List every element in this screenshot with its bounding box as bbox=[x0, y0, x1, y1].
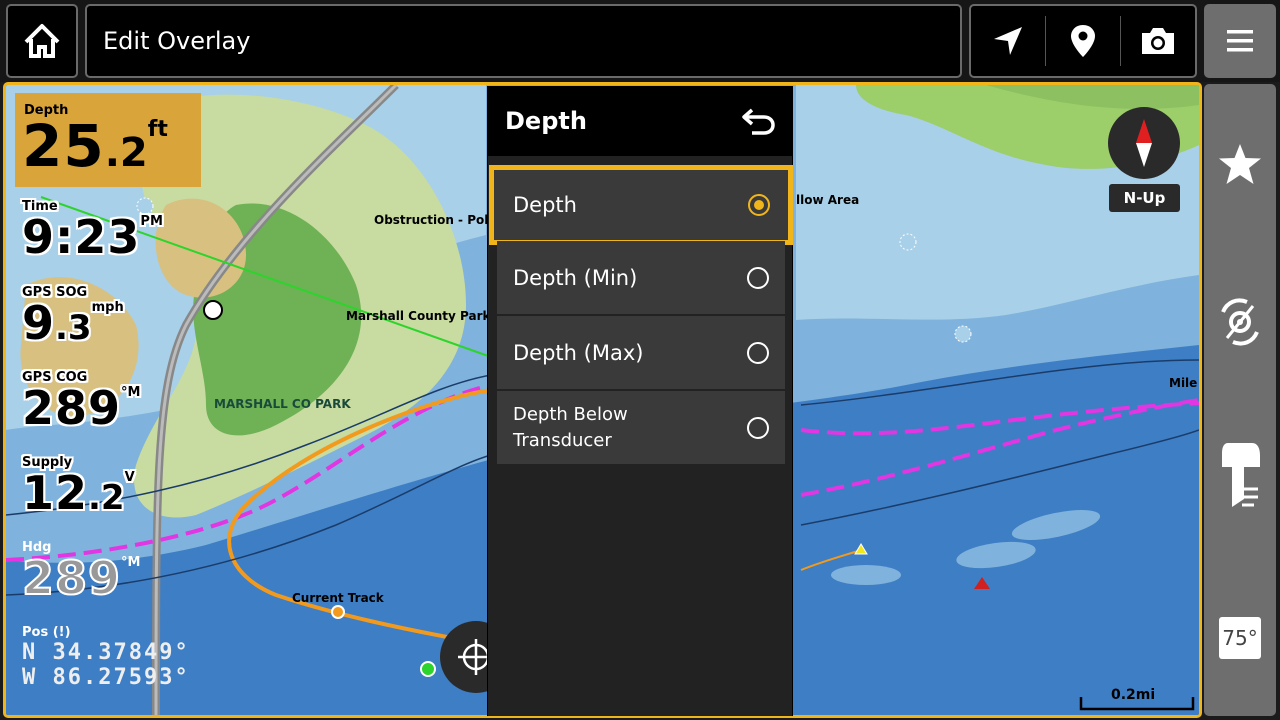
radar-button[interactable] bbox=[1204, 287, 1276, 357]
target-radar-icon bbox=[1221, 298, 1259, 346]
page-title: Edit Overlay bbox=[103, 27, 251, 55]
outboard-motor-icon bbox=[1222, 443, 1260, 507]
time-overlay[interactable]: Time 9:23PM bbox=[22, 199, 163, 260]
water-temp-button[interactable]: 75° bbox=[1204, 614, 1276, 662]
depth-selector-panel: Depth Depth Depth (Min) Depth (Max) Dept… bbox=[487, 86, 793, 716]
sog-overlay[interactable]: GPS SOG 9.3mph bbox=[22, 285, 124, 348]
waypoint-pin-icon bbox=[1071, 25, 1095, 57]
favorites-button[interactable] bbox=[1204, 134, 1276, 194]
option-depth-below-transducer[interactable]: Depth Below Transducer bbox=[497, 391, 785, 465]
radio-selected-icon bbox=[748, 194, 770, 216]
menu-icon bbox=[1227, 30, 1253, 52]
hdg-overlay[interactable]: Hdg 289°M bbox=[21, 540, 140, 602]
main-menu-button[interactable] bbox=[1204, 4, 1276, 78]
right-sidebar: 75° bbox=[1204, 84, 1276, 716]
option-depth-max[interactable]: Depth (Max) bbox=[497, 316, 785, 390]
map-label-current-track: Current Track bbox=[292, 591, 384, 605]
option-depth-min[interactable]: Depth (Min) bbox=[497, 241, 785, 315]
map-label-shallow-area: llow Area bbox=[796, 193, 860, 207]
radio-icon bbox=[747, 341, 769, 364]
map-label-obstruction: Obstruction - Pol bbox=[374, 213, 489, 227]
orientation-toggle[interactable]: N-Up bbox=[1109, 184, 1180, 212]
top-bar: Edit Overlay bbox=[0, 0, 1280, 82]
panel-title: Depth bbox=[505, 107, 587, 135]
map-label-park: MARSHALL CO PARK bbox=[214, 397, 351, 411]
depth-overlay-box[interactable]: Depth 25.2ft bbox=[15, 93, 201, 187]
orientation-label: N-Up bbox=[1123, 189, 1166, 207]
depth-value: 25.2ft bbox=[22, 112, 168, 180]
screenshot-button[interactable] bbox=[1121, 16, 1195, 66]
cog-overlay[interactable]: GPS COG 289°M bbox=[22, 370, 140, 431]
camera-icon bbox=[1142, 28, 1174, 54]
navigate-button[interactable] bbox=[971, 16, 1046, 66]
favorites-star-icon bbox=[1219, 144, 1261, 184]
position-overlay[interactable]: Pos (!) N 34.37849° W 86.27593° bbox=[22, 625, 190, 690]
map-label-county-park: Marshall County Park bbox=[346, 309, 491, 323]
supply-overlay[interactable]: Supply 12.2V bbox=[22, 455, 135, 518]
scale-label: 0.2mi bbox=[1111, 687, 1156, 703]
waypoint-button[interactable] bbox=[1046, 16, 1121, 66]
map-label-mile: Mile bbox=[1169, 376, 1198, 390]
radio-icon bbox=[747, 416, 769, 439]
option-depth[interactable]: Depth bbox=[489, 165, 793, 245]
action-group bbox=[969, 4, 1197, 78]
home-icon bbox=[24, 24, 60, 58]
home-button[interactable] bbox=[6, 4, 78, 78]
radio-icon bbox=[747, 266, 769, 289]
water-temp-value: 75° bbox=[1219, 617, 1261, 659]
navigation-arrow-icon bbox=[994, 27, 1022, 55]
page-title-box: Edit Overlay bbox=[85, 4, 962, 78]
engine-button[interactable] bbox=[1204, 434, 1276, 524]
back-arrow-icon[interactable] bbox=[740, 106, 776, 136]
panel-header: Depth bbox=[488, 86, 792, 156]
